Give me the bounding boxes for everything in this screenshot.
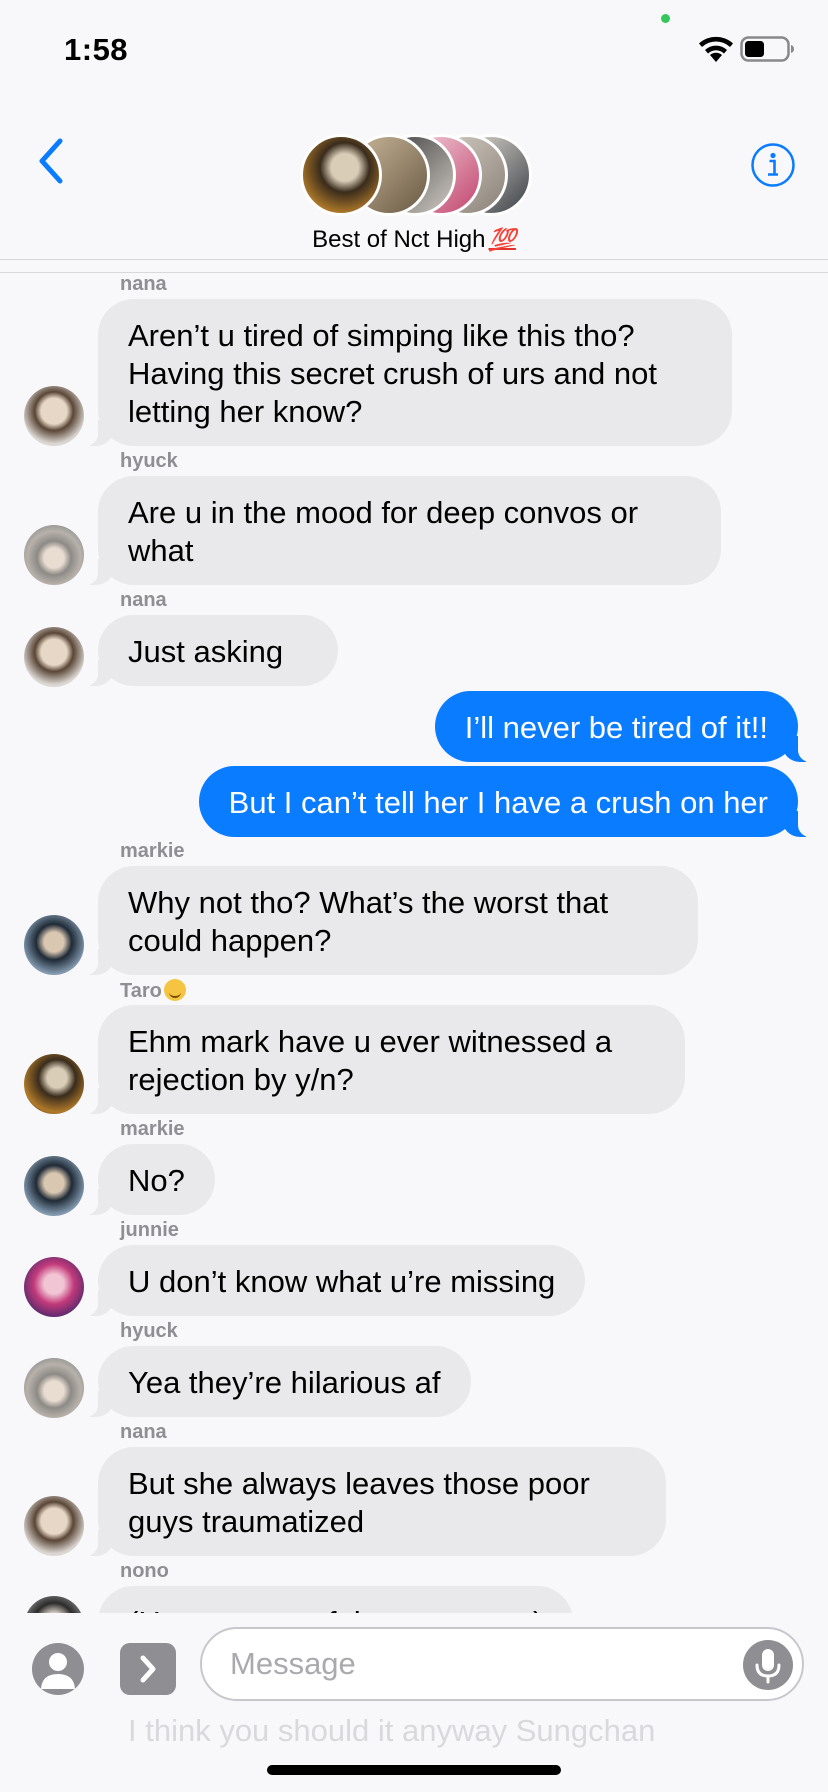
sender-name: nana <box>120 589 167 611</box>
incoming-message-bubble[interactable]: Ehm mark have u ever witnessed a rejecti… <box>76 1005 685 1114</box>
contact-icon[interactable] <box>32 1643 84 1695</box>
background-message-preview: I think you should it anyway Sungchan <box>128 1713 656 1748</box>
sender-name: markie <box>120 840 185 862</box>
group-name-text: Best of Nct High <box>312 226 486 253</box>
sender-avatar[interactable] <box>24 627 84 687</box>
incoming-message-bubble[interactable]: But she always leaves those poor guys tr… <box>76 1447 666 1556</box>
sender-avatar[interactable] <box>24 915 84 975</box>
sender-avatar[interactable] <box>24 1358 84 1418</box>
incoming-message-bubble[interactable]: No? <box>76 1144 215 1215</box>
group-avatar-stack[interactable] <box>300 134 560 216</box>
incoming-message-bubble[interactable]: U don’t know what u’re missing <box>75 1245 586 1316</box>
incoming-message-bubble[interactable]: (He was one of the poor guys) <box>98 1586 574 1613</box>
sender-name: nana <box>120 273 167 295</box>
member-avatar <box>300 134 382 216</box>
sender-name: nono <box>120 1560 169 1582</box>
sender-name: markie <box>120 1118 185 1140</box>
outgoing-message-bubble[interactable]: But I can’t tell her I have a crush on h… <box>198 766 821 837</box>
sender-avatar[interactable] <box>24 1257 84 1317</box>
incoming-message-bubble[interactable]: Why not tho? What’s the worst that could… <box>76 866 698 975</box>
status-time: 1:58 <box>64 32 129 67</box>
message-input[interactable] <box>200 1627 804 1701</box>
sender-avatar[interactable] <box>24 1156 84 1216</box>
conversation-header: Best of Nct High 💯 <box>0 90 828 260</box>
incoming-message-bubble[interactable]: Aren’t u tired of simping like this tho?… <box>76 299 732 446</box>
microphone-button[interactable] <box>743 1640 793 1690</box>
info-icon[interactable] <box>750 142 796 188</box>
sender-name: nana <box>120 1421 167 1443</box>
sender-name: junnie <box>120 1219 179 1241</box>
sender-avatar[interactable] <box>24 1596 84 1613</box>
incoming-message-bubble[interactable]: Just asking <box>76 615 338 686</box>
hundred-points-emoji: 💯 <box>488 227 516 252</box>
sender-name: Taro <box>120 979 186 1003</box>
message-thread[interactable]: nana Aren’t u tired of simping like this… <box>0 273 828 1613</box>
outgoing-message-bubble[interactable]: I’ll never be tired of it!! <box>434 691 821 762</box>
apps-expand-button[interactable] <box>120 1643 176 1695</box>
home-indicator[interactable] <box>267 1765 561 1775</box>
incoming-message-bubble[interactable]: Yea they’re hilarious af <box>76 1346 471 1417</box>
chevron-right-icon <box>140 1655 156 1683</box>
chevron-left-icon[interactable] <box>32 136 72 186</box>
sender-name: hyuck <box>120 450 178 472</box>
group-name[interactable]: Best of Nct High 💯 <box>0 226 828 254</box>
camera-in-use-indicator <box>661 14 670 23</box>
sender-name: hyuck <box>120 1320 178 1342</box>
sender-avatar[interactable] <box>24 386 84 446</box>
person-icon <box>41 1653 75 1689</box>
wifi-icon <box>699 36 733 62</box>
incoming-message-bubble[interactable]: Are u in the mood for deep convos or wha… <box>76 476 721 585</box>
microphone-icon <box>755 1649 781 1684</box>
battery-icon <box>740 36 794 62</box>
status-bar: 1:58 <box>0 0 828 90</box>
sender-name-text: Taro <box>120 980 162 1002</box>
sender-avatar[interactable] <box>24 1496 84 1556</box>
smiling-face-emoji <box>163 979 186 1001</box>
sender-avatar[interactable] <box>24 1054 84 1114</box>
sender-avatar[interactable] <box>24 525 84 585</box>
